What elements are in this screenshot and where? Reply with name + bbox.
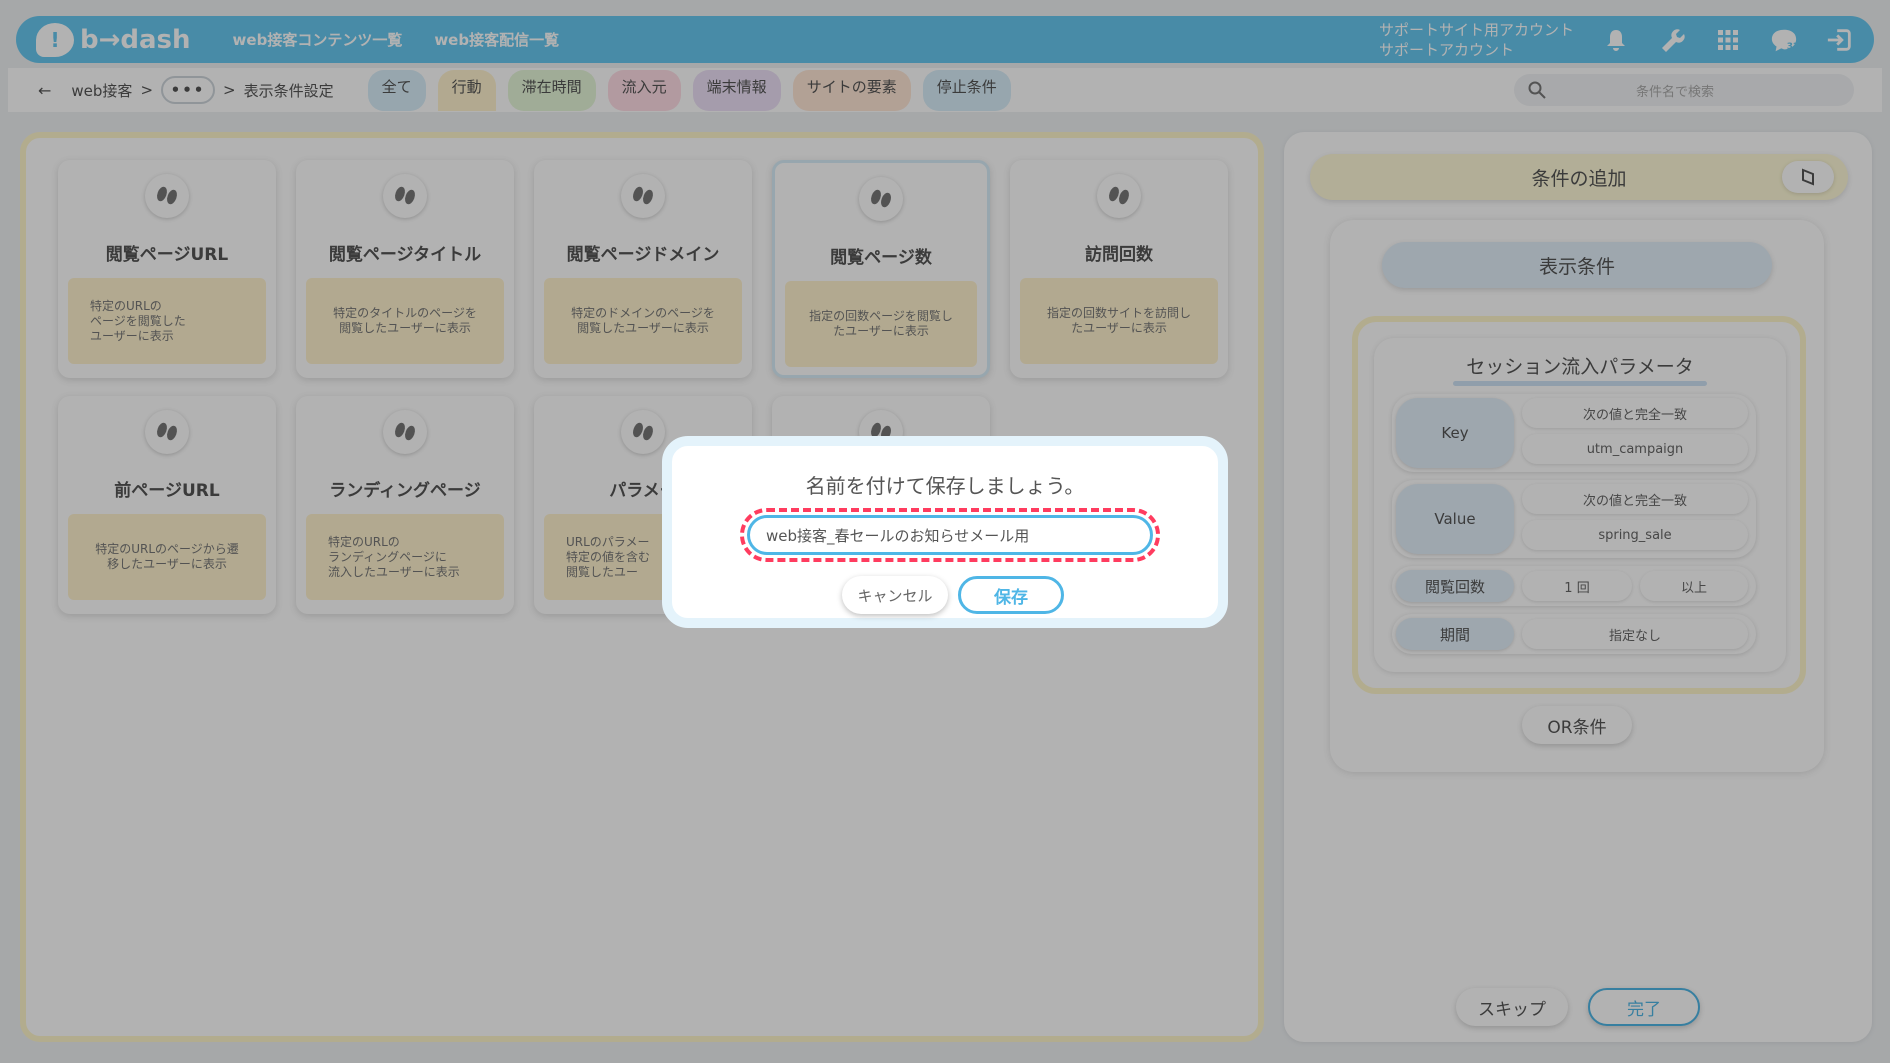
save-name-dialog: 名前を付けて保存しましょう。 キャンセル 保存 <box>662 436 1228 628</box>
save-button[interactable]: 保存 <box>958 576 1064 614</box>
input-highlight <box>740 508 1160 562</box>
dialog-title: 名前を付けて保存しましょう。 <box>805 474 1085 498</box>
cancel-button[interactable]: キャンセル <box>842 576 948 614</box>
name-input[interactable] <box>747 515 1153 555</box>
